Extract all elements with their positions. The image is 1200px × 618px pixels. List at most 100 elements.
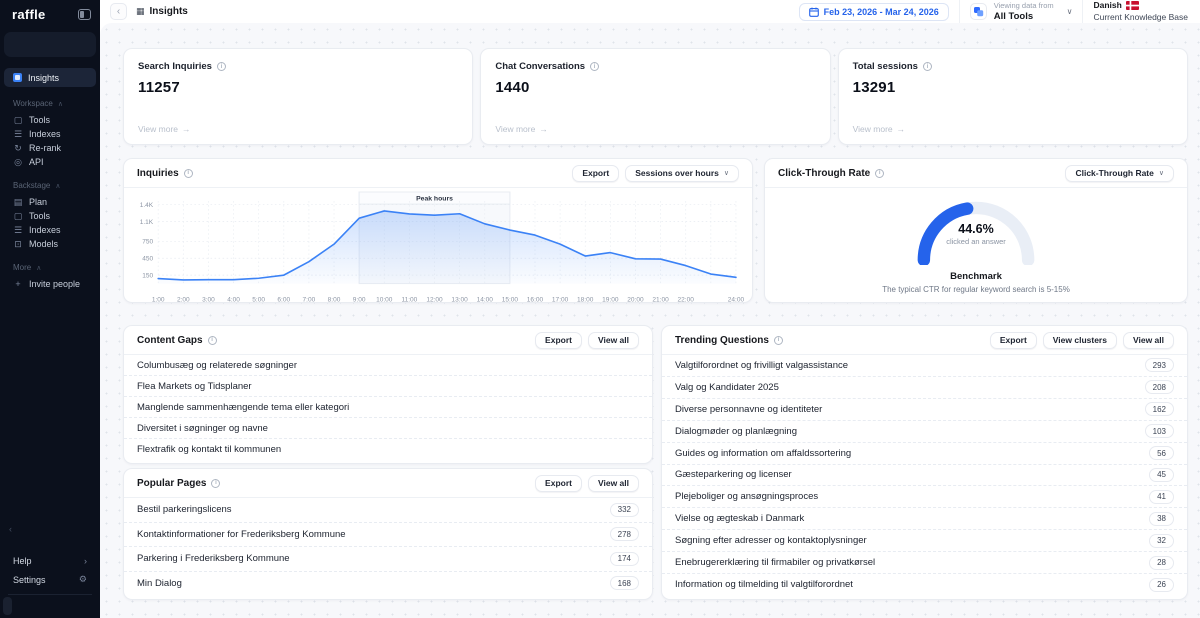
info-icon: i (184, 169, 193, 178)
sidebar-section-more: More ∧ + Invite people (0, 263, 100, 291)
content-gap-item[interactable]: Columbusæg og relaterede søgninger (124, 355, 652, 376)
popular-page-label: Min Dialog (137, 578, 182, 589)
sidebar-item[interactable]: ☰ Indexes (4, 223, 96, 237)
count-badge: 168 (610, 576, 639, 590)
view-more-link[interactable]: View more → (138, 124, 191, 134)
popular-pages-title: Popular Pages (137, 478, 206, 489)
content-gap-item[interactable]: Diversitet i søgninger og navne (124, 418, 652, 439)
trending-question-item[interactable]: Diverse personnavne og identiteter 162 (662, 399, 1187, 421)
topbar-divider (959, 0, 960, 23)
sidebar-item-label: Invite people (29, 279, 80, 289)
danish-flag-icon (1126, 1, 1139, 10)
view-clusters-button[interactable]: View clusters (1043, 332, 1117, 349)
svg-text:7:00: 7:00 (303, 297, 316, 304)
sidebar-section-backstage: Backstage ∧ ▤ Plan ▢ Tools ☰ Indexes (0, 181, 100, 251)
knowledge-base-selector[interactable]: Danish Current Knowledge Base (1093, 0, 1192, 23)
trending-question-item[interactable]: Gæsteparkering og licenser 45 (662, 465, 1187, 487)
popular-page-item[interactable]: Min Dialog 168 (124, 572, 652, 596)
indexes-icon: ☰ (13, 130, 23, 139)
count-badge: 293 (1145, 358, 1174, 372)
sidebar-item[interactable]: ▢ Tools (4, 209, 96, 223)
trending-question-label: Valg og Kandidater 2025 (675, 382, 779, 393)
trending-question-item[interactable]: Søgning efter adresser og kontaktoplysni… (662, 530, 1187, 552)
view-all-button[interactable]: View all (1123, 332, 1174, 349)
popular-page-item[interactable]: Bestil parkeringslicens 332 (124, 498, 652, 523)
section-title-label: Backstage (13, 181, 50, 190)
breadcrumb: ▦ Insights (136, 6, 188, 17)
svg-text:12:00: 12:00 (426, 297, 443, 304)
plus-icon: + (13, 280, 23, 289)
trending-question-item[interactable]: Valg og Kandidater 2025 208 (662, 377, 1187, 399)
export-button[interactable]: Export (572, 165, 619, 182)
content-gap-item[interactable]: Flea Markets og Tidsplaner (124, 376, 652, 397)
sidebar-item[interactable]: ⊡ Models (4, 237, 96, 251)
sidebar-section-title[interactable]: Workspace ∧ (0, 99, 100, 108)
svg-text:13:00: 13:00 (451, 297, 468, 304)
workspace-selector[interactable] (4, 32, 96, 57)
export-button[interactable]: Export (535, 332, 582, 349)
arrow-right-icon: → (182, 124, 191, 134)
svg-text:21:00: 21:00 (652, 297, 669, 304)
sidebar-item-settings[interactable]: Settings ⚙ (0, 570, 100, 589)
inquiries-card: Inquiries i Export Sessions over hours∨ … (123, 158, 753, 303)
sidebar-item-help[interactable]: Help › (0, 551, 100, 570)
count-badge: 38 (1149, 512, 1174, 526)
content-gap-label: Flextrafik og kontakt til kommunen (137, 444, 281, 455)
trending-question-item[interactable]: Vielse og ægteskab i Danmark 38 (662, 508, 1187, 530)
trending-question-item[interactable]: Enebrugererklæring til firmabiler og pri… (662, 552, 1187, 574)
insights-icon (13, 73, 22, 82)
export-button[interactable]: Export (535, 475, 582, 492)
trending-question-item[interactable]: Information og tilmelding til valgtilfor… (662, 574, 1187, 595)
popular-page-item[interactable]: Parkering i Frederiksberg Kommune 174 (124, 547, 652, 572)
plan-icon: ▤ (13, 198, 23, 207)
svg-text:24:00: 24:00 (728, 297, 744, 304)
popular-page-item[interactable]: Kontaktinformationer for Frederiksberg K… (124, 523, 652, 548)
content-gap-item[interactable]: Manglende sammenhængende tema eller kate… (124, 397, 652, 418)
back-button[interactable]: ‹ (110, 3, 127, 20)
view-all-button[interactable]: View all (588, 475, 639, 492)
trending-question-item[interactable]: Dialogmøder og planlægning 103 (662, 421, 1187, 443)
trending-question-item[interactable]: Valgtilforordnet og frivilligt valgassis… (662, 355, 1187, 377)
sidebar-item-insights[interactable]: Insights (4, 68, 96, 87)
export-button[interactable]: Export (990, 332, 1037, 349)
sidebar-collapse-icon[interactable] (78, 9, 91, 20)
sidebar-section-workspace: Workspace ∧ ▢ Tools ☰ Indexes ↻ Re-rank (0, 99, 100, 169)
svg-text:5:00: 5:00 (252, 297, 265, 304)
view-all-button[interactable]: View all (588, 332, 639, 349)
popular-page-label: Kontaktinformationer for Frederiksberg K… (137, 529, 346, 540)
avatar[interactable] (3, 597, 12, 615)
popular-pages-card: Popular Pages i Export View all Bestil p… (123, 468, 653, 600)
sessions-over-hours-dropdown[interactable]: Sessions over hours∨ (625, 165, 739, 182)
trending-question-item[interactable]: Guides og information om affaldssorterin… (662, 443, 1187, 465)
info-icon: i (774, 336, 783, 345)
view-more-link[interactable]: View more → (495, 124, 548, 134)
sidebar-item[interactable]: ▢ Tools (4, 113, 96, 127)
content-gap-item[interactable]: Flextrafik og kontakt til kommunen (124, 439, 652, 459)
sidebar-back-icon[interactable]: ‹ (9, 524, 12, 534)
scope-label: Viewing data from (994, 1, 1054, 10)
count-badge: 28 (1149, 556, 1174, 570)
sidebar-item-invite-people[interactable]: + Invite people (4, 277, 96, 291)
svg-text:14:00: 14:00 (477, 297, 494, 304)
ctr-metric-dropdown[interactable]: Click-Through Rate∨ (1065, 165, 1174, 182)
view-more-link[interactable]: View more → (853, 124, 906, 134)
data-scope-selector[interactable]: Viewing data from All Tools ∨ (970, 1, 1073, 22)
info-icon: i (217, 62, 226, 71)
trending-question-label: Guides og information om affaldssorterin… (675, 448, 851, 459)
trending-question-label: Gæsteparkering og licenser (675, 469, 792, 480)
date-range-button[interactable]: Feb 23, 2026 - Mar 24, 2026 (799, 3, 949, 21)
ctr-card: Click-Through Rate i Click-Through Rate∨… (764, 158, 1188, 303)
count-badge: 32 (1149, 534, 1174, 548)
sidebar-section-title[interactable]: Backstage ∧ (0, 181, 100, 190)
stats-row: Search Inquiries i 11257 View more → Cha… (123, 48, 1188, 145)
stat-title: Search Inquiries (138, 61, 212, 72)
sidebar-item[interactable]: ▤ Plan (4, 195, 96, 209)
sidebar-section-title[interactable]: More ∧ (0, 263, 100, 272)
sidebar-item[interactable]: ☰ Indexes (4, 127, 96, 141)
sidebar-item[interactable]: ↻ Re-rank (4, 141, 96, 155)
count-badge: 162 (1145, 402, 1174, 416)
sidebar-divider (8, 594, 92, 595)
sidebar-item[interactable]: ◎ API (4, 155, 96, 169)
tools-scope-icon (970, 3, 987, 20)
trending-question-item[interactable]: Plejeboliger og ansøgningsproces 41 (662, 486, 1187, 508)
